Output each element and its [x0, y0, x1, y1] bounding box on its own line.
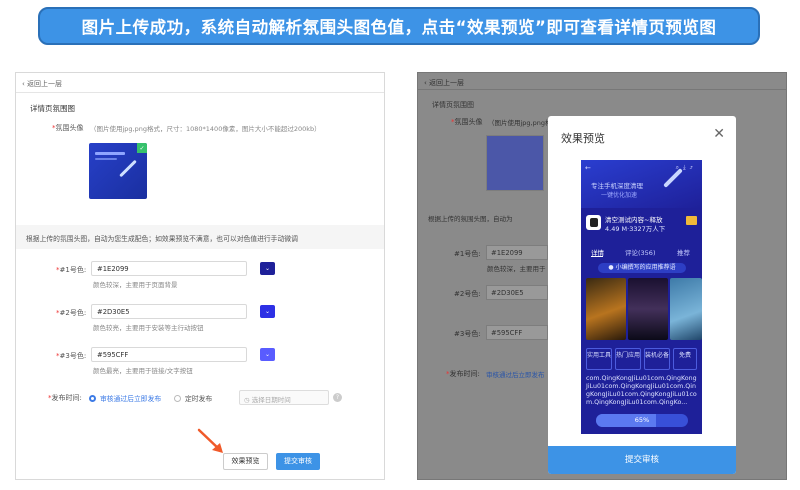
- radio-dot: [89, 394, 96, 402]
- header-image-label: *氛围头像: [451, 118, 483, 126]
- radio-dot: [174, 394, 181, 402]
- progress-label: 65%: [634, 416, 650, 424]
- tag-chip: 热门应用: [615, 348, 641, 370]
- screenshot-3: [670, 278, 702, 340]
- auto-color-tip: 根据上传的氛围头图，自动为您生成配色；如效果预览不满意，也可以对色值进行手动微调: [16, 225, 384, 249]
- preview-screen: ‹ 返回上一层 详情页氛围图 *氛围头像 （图片使用jpg,png格式 根据上传…: [417, 72, 787, 480]
- back-arrow-icon: ←: [585, 164, 591, 172]
- divider: [418, 89, 786, 90]
- color-1-label: *#1号色:: [56, 266, 87, 274]
- header-image-label: *氛围头像: [52, 124, 84, 132]
- back-link[interactable]: ‹ 返回上一层: [22, 79, 62, 89]
- publish-time-label: *发布时间:: [446, 370, 480, 378]
- color-3-hint: 颜色最亮，主要用于链接/文字按钮: [93, 367, 193, 375]
- instruction-banner: 图片上传成功，系统自动解析氛围头图色值，点击“效果预览”即可查看详情页预览图: [38, 7, 760, 45]
- modal-title: 效果预览: [561, 132, 605, 145]
- tab-underline: [591, 256, 603, 257]
- datetime-picker[interactable]: ◷ 选择日期时间: [239, 390, 329, 405]
- color-1-hint: 颜色较深，主要用于页面背景: [93, 281, 178, 289]
- preview-button[interactable]: 效果预览: [223, 453, 268, 470]
- color-1-swatch[interactable]: ⌄: [260, 262, 275, 275]
- color-3-input[interactable]: #595CFF: [91, 347, 247, 362]
- back-link: ‹ 返回上一层: [424, 79, 465, 87]
- color-3-input: #595CFF: [486, 325, 548, 340]
- auto-color-tip: 根据上传的氛围头图，自动为: [428, 215, 513, 223]
- rocket-icon: [119, 159, 137, 178]
- app-meta: 4.49 M·3327万人下: [605, 225, 666, 233]
- arrow-pointer-icon: [197, 428, 223, 453]
- screenshot-2: [628, 278, 668, 340]
- close-icon[interactable]: ✕: [713, 126, 725, 142]
- color-2-label: *#2号色:: [56, 309, 87, 317]
- modal-submit-button[interactable]: 提交审核: [548, 446, 736, 474]
- color-1-input: #1E2099: [486, 245, 548, 260]
- download-progress: 65%: [596, 414, 688, 427]
- tag-chip: 实用工具: [586, 348, 612, 370]
- color-1-input[interactable]: #1E2099: [91, 261, 247, 276]
- color-2-swatch[interactable]: ⌄: [260, 305, 275, 318]
- package-name: com.QingKongJiLu01com.QingKongJiLu01com.…: [586, 375, 697, 406]
- screenshot-1: [586, 278, 626, 340]
- tag-chip: 装机必备: [644, 348, 670, 370]
- publish-immediate-radio[interactable]: 审核通过后立即发布: [89, 393, 161, 403]
- color-2-label: #2号色:: [454, 290, 481, 298]
- phone-tabs: 详情 评论(356) 推荐: [581, 247, 702, 259]
- section-title: 详情页氛围图: [30, 104, 75, 113]
- thumb-text: [95, 158, 117, 160]
- header-image-hint: （图片使用jpg,png格式，尺寸：1080*1400像素，图片大小不能超过20…: [90, 125, 321, 133]
- tag-chip: 免费: [673, 348, 697, 370]
- thumb-text: [95, 152, 125, 155]
- phone-tab-recommend: 推荐: [677, 249, 690, 257]
- gift-icon: [686, 216, 697, 225]
- color-1-hint: 颜色较深，主要用于: [487, 265, 546, 273]
- color-2-input: #2D30E5: [486, 285, 548, 300]
- color-1-label: #1号色:: [454, 250, 481, 258]
- divider: [16, 92, 384, 93]
- phone-subline: 一键优化加速: [601, 192, 638, 199]
- app-icon: [586, 215, 601, 230]
- header-image-thumbnail[interactable]: ✓: [89, 143, 147, 199]
- color-2-input[interactable]: #2D30E5: [91, 304, 247, 319]
- color-3-label: *#3号色:: [56, 352, 87, 360]
- submit-button[interactable]: 提交审核: [276, 453, 320, 470]
- editor-panel: ‹ 返回上一层 详情页氛围图 *氛围头像 （图片使用jpg,png格式，尺寸：1…: [15, 72, 385, 480]
- color-3-swatch[interactable]: ⌄: [260, 348, 275, 361]
- check-icon: ✓: [137, 143, 147, 153]
- publish-scheduled-radio[interactable]: 定时发布: [174, 393, 212, 403]
- help-icon[interactable]: ?: [333, 393, 342, 402]
- header-image-thumbnail: [486, 135, 544, 191]
- preview-modal: 效果预览 ✕ ← ⌕⤓⤴ 专注手机深度清理 一键优化加速 清空测试内容~释放 4…: [548, 116, 736, 474]
- phone-headline: 专注手机深度清理: [591, 182, 643, 190]
- publish-immediate-radio: 审核通过后立即发布: [486, 371, 545, 379]
- phone-preview: ← ⌕⤓⤴ 专注手机深度清理 一键优化加速 清空测试内容~释放 4.49 M·3…: [581, 160, 702, 434]
- phone-tab-comments: 评论(356): [625, 249, 656, 257]
- publish-time-label: *发布时间:: [48, 394, 82, 402]
- section-title: 详情页氛围图: [432, 101, 474, 109]
- color-2-hint: 颜色较亮，主要用于安装等主行动按钮: [93, 324, 204, 332]
- color-3-label: #3号色:: [454, 330, 481, 338]
- recommend-pill: ● 小编撰写的应用推荐语: [598, 263, 686, 273]
- back-link-label: 返回上一层: [27, 80, 63, 88]
